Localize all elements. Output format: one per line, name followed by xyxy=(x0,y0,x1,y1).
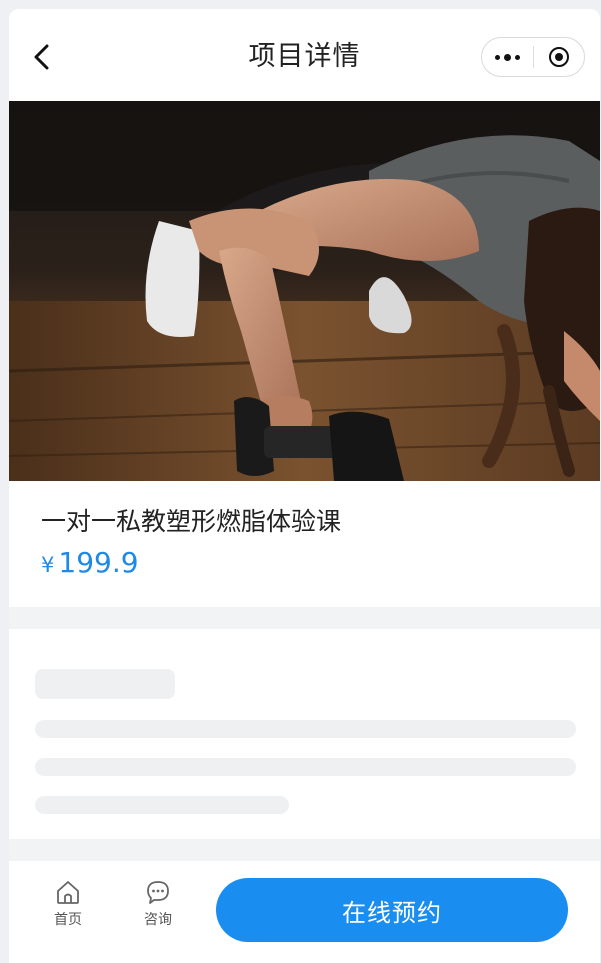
chat-bubble-icon xyxy=(147,881,169,904)
tab-consult[interactable]: 咨询 xyxy=(128,879,188,949)
section-divider xyxy=(9,839,600,861)
product-name: 一对一私教塑形燃脂体验课 xyxy=(41,507,342,536)
tab-home[interactable]: 首页 xyxy=(38,879,98,949)
book-online-button[interactable]: 在线预约 xyxy=(216,878,568,942)
mini-program-page: 项目详情 一对一私教塑形燃脂体验课 ¥ 199.9 首页 咨询 在线预约 xyxy=(9,9,600,963)
loading-skeleton xyxy=(9,629,600,839)
skeleton-line xyxy=(35,758,576,776)
target-close-icon xyxy=(548,47,569,67)
navigation-bar: 项目详情 xyxy=(9,9,600,101)
skeleton-heading xyxy=(35,669,175,699)
section-divider xyxy=(9,607,600,629)
product-banner-image xyxy=(9,101,600,481)
skeleton-line xyxy=(35,720,576,738)
price-currency: ¥ xyxy=(41,553,55,577)
tab-consult-label: 咨询 xyxy=(144,912,172,928)
close-button[interactable] xyxy=(534,38,585,76)
capsule-menu xyxy=(481,37,585,77)
more-dots-icon xyxy=(494,53,520,61)
skeleton-line xyxy=(35,796,289,814)
product-price: ¥199.9 xyxy=(41,545,139,583)
more-button[interactable] xyxy=(482,38,533,76)
home-icon xyxy=(57,881,79,904)
price-value: 199.9 xyxy=(58,546,139,579)
fitness-photo xyxy=(9,101,600,481)
tab-home-label: 首页 xyxy=(54,912,82,928)
bottom-action-bar: 首页 咨询 在线预约 xyxy=(9,861,600,963)
